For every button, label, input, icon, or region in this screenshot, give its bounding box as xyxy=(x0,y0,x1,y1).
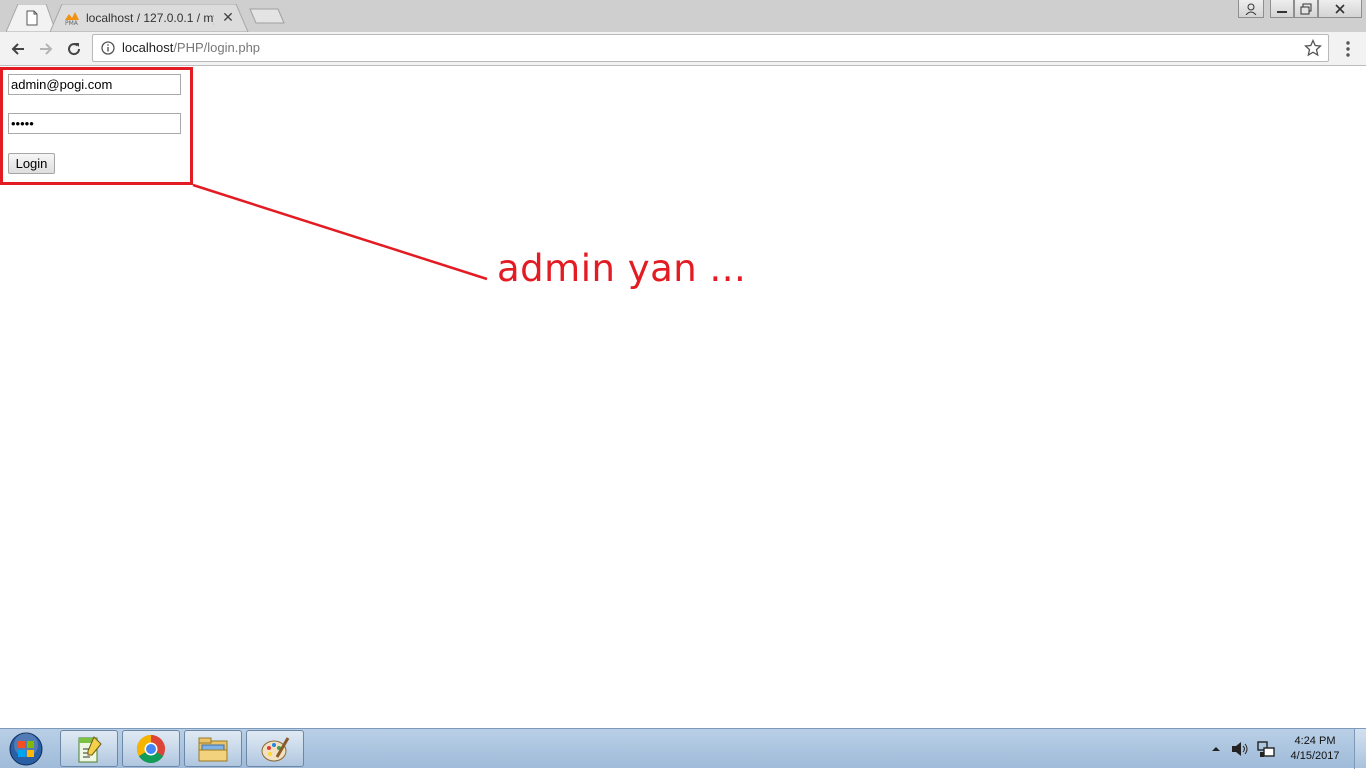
minimize-button[interactable] xyxy=(1270,0,1294,18)
blank-page-icon xyxy=(24,10,40,26)
profile-button[interactable] xyxy=(1238,0,1264,18)
phpmyadmin-icon: PMA xyxy=(64,10,80,27)
forward-arrow-icon xyxy=(40,43,53,55)
taskbar-file-explorer[interactable] xyxy=(184,730,242,767)
volume-icon[interactable] xyxy=(1231,741,1249,760)
show-desktop-button[interactable] xyxy=(1354,729,1366,769)
close-tab-icon[interactable]: ✕ xyxy=(220,9,236,25)
url-text[interactable]: localhost/PHP/login.php xyxy=(122,40,260,56)
clock-time: 4:24 PM xyxy=(1294,735,1336,747)
new-tab-icon xyxy=(249,8,285,24)
taskbar-notepad-plus-plus[interactable] xyxy=(60,730,118,767)
close-window-button[interactable] xyxy=(1318,0,1362,18)
clock-date: 4/15/2017 xyxy=(1290,750,1340,762)
browser-menu-button[interactable] xyxy=(1340,39,1356,59)
info-icon[interactable] xyxy=(101,41,115,55)
user-icon xyxy=(1245,3,1257,15)
url-path: /PHP/login.php xyxy=(173,40,261,55)
reload-button[interactable] xyxy=(62,37,86,61)
windows-orb-icon xyxy=(9,732,43,766)
taskbar: 4:24 PM 4/15/2017 xyxy=(0,728,1366,769)
minimize-icon xyxy=(1277,10,1287,13)
close-icon xyxy=(1335,3,1345,14)
annotation-pointer-line xyxy=(192,183,488,281)
taskbar-chrome[interactable] xyxy=(122,730,180,767)
bookmark-star-icon[interactable] xyxy=(1303,38,1323,57)
reload-icon xyxy=(68,43,81,56)
address-bar[interactable]: localhost/PHP/login.php xyxy=(92,34,1329,62)
tab-phpmyadmin[interactable]: PMA localhost / 127.0.0.1 / my ✕ xyxy=(50,4,250,32)
file-explorer-icon xyxy=(198,737,228,761)
kebab-menu-icon xyxy=(1346,41,1350,57)
svg-text:PMA: PMA xyxy=(65,20,79,26)
start-button[interactable] xyxy=(6,731,46,767)
back-arrow-icon xyxy=(11,43,24,55)
back-button[interactable] xyxy=(6,37,30,61)
new-tab-button[interactable] xyxy=(248,8,286,24)
url-host: localhost xyxy=(122,40,174,55)
paint-icon xyxy=(261,736,290,761)
chrome-icon xyxy=(137,734,165,763)
restore-icon xyxy=(1300,3,1312,14)
page-content: Login admin yan ... xyxy=(0,67,1366,728)
network-icon[interactable] xyxy=(1257,740,1275,761)
tab-blank[interactable] xyxy=(6,4,56,32)
taskbar-paint[interactable] xyxy=(246,730,304,767)
notepad++-icon xyxy=(78,735,102,762)
tab-strip: PMA localhost / 127.0.0.1 / my ✕ xyxy=(0,0,1366,32)
browser-toolbar: localhost/PHP/login.php xyxy=(0,32,1366,66)
annotation-text: admin yan ... xyxy=(497,247,747,290)
tab-title: localhost / 127.0.0.1 / my xyxy=(86,11,214,25)
restore-button[interactable] xyxy=(1294,0,1318,18)
taskbar-clock[interactable]: 4:24 PM 4/15/2017 xyxy=(1282,734,1348,764)
forward-button[interactable] xyxy=(34,37,58,61)
show-hidden-icons-arrow-icon[interactable] xyxy=(1211,743,1221,757)
